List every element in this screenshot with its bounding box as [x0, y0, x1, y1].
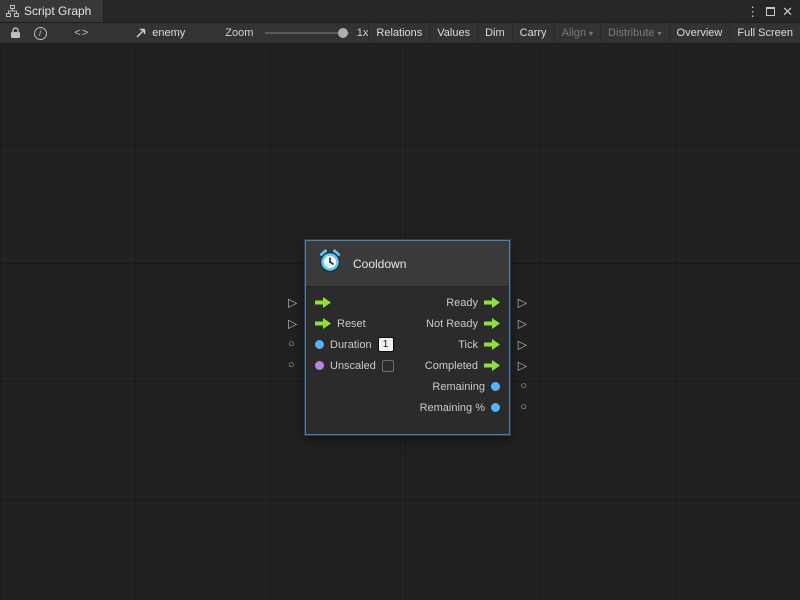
- zoom-label: Zoom: [225, 27, 253, 39]
- port-row: ▷ Reset Not Ready ▷: [306, 313, 509, 334]
- port-label: Remaining: [432, 381, 485, 393]
- graph-breadcrumb[interactable]: enemy: [135, 27, 185, 39]
- carry-button[interactable]: Carry: [512, 22, 554, 44]
- script-graph-asset-icon: [135, 27, 147, 39]
- chevron-down-icon: ▾: [589, 29, 593, 38]
- node-header[interactable]: Cooldown: [306, 241, 509, 287]
- lock-icon[interactable]: [7, 22, 24, 44]
- output-remaining[interactable]: Remaining: [432, 381, 500, 393]
- port-label: Duration: [330, 339, 372, 351]
- graph-tab-icon: [6, 5, 19, 17]
- output-not-ready[interactable]: Not Ready: [426, 318, 500, 330]
- align-button: Align ▾: [554, 22, 600, 44]
- port-label: Remaining %: [420, 402, 485, 414]
- cooldown-node[interactable]: Cooldown ▷ Ready ▷: [305, 240, 510, 435]
- flow-arrow-icon: [484, 360, 500, 371]
- port-row: ○ Unscaled Completed ▷: [306, 355, 509, 376]
- output-ready[interactable]: Ready: [446, 297, 500, 309]
- flow-input-port[interactable]: ▷: [288, 296, 297, 308]
- alarm-clock-icon: [317, 248, 343, 279]
- port-label: Unscaled: [330, 360, 376, 372]
- value-port-dot: [491, 403, 500, 412]
- close-icon[interactable]: ✕: [782, 5, 793, 18]
- chevron-down-icon: ▾: [658, 29, 662, 38]
- value-input-port[interactable]: ○: [288, 360, 295, 371]
- flow-arrow-icon: [315, 297, 331, 308]
- flow-arrow-icon: [484, 318, 500, 329]
- zoom-slider[interactable]: [265, 22, 348, 44]
- value-input-port[interactable]: ○: [288, 339, 295, 350]
- distribute-button: Distribute ▾: [600, 22, 668, 44]
- input-unscaled[interactable]: Unscaled: [315, 360, 394, 372]
- port-label: Not Ready: [426, 318, 478, 330]
- flow-input-port[interactable]: ▷: [288, 317, 297, 329]
- relations-button[interactable]: Relations: [368, 22, 429, 44]
- node-title: Cooldown: [353, 257, 406, 271]
- dim-button[interactable]: Dim: [477, 22, 512, 44]
- maximize-icon[interactable]: [766, 7, 775, 16]
- window-controls: ⋮ ✕: [746, 5, 800, 18]
- flow-output-port[interactable]: ▷: [518, 317, 527, 329]
- flow-arrow-icon: [484, 297, 500, 308]
- overview-button[interactable]: Overview: [669, 22, 730, 44]
- output-tick[interactable]: Tick: [458, 339, 500, 351]
- port-label: Completed: [425, 360, 478, 372]
- unscaled-checkbox[interactable]: [382, 360, 394, 372]
- flow-output-port[interactable]: ▷: [518, 338, 527, 350]
- toolbar-buttons: Relations Values Dim Carry Align ▾ Distr…: [368, 22, 800, 44]
- zoom-slider-track: [265, 32, 348, 34]
- tab-title: Script Graph: [24, 4, 91, 18]
- value-port-dot: [315, 361, 324, 370]
- input-duration[interactable]: Duration: [315, 337, 394, 352]
- flow-output-port[interactable]: ▷: [518, 359, 527, 371]
- port-label: Reset: [337, 318, 366, 330]
- window-menu-icon[interactable]: ⋮: [746, 5, 759, 18]
- node-body: ▷ Ready ▷ ▷: [306, 287, 509, 434]
- port-row: ▷ Ready ▷: [306, 292, 509, 313]
- zoom-value: 1x: [357, 27, 369, 39]
- value-output-port[interactable]: ○: [520, 381, 527, 392]
- duration-field[interactable]: [378, 337, 394, 352]
- port-row: Remaining % ○: [306, 397, 509, 418]
- code-icon[interactable]: <>: [74, 22, 89, 44]
- value-port-dot: [315, 340, 324, 349]
- info-icon[interactable]: i: [32, 22, 49, 44]
- value-output-port[interactable]: ○: [520, 402, 527, 413]
- graph-name: enemy: [152, 27, 185, 39]
- port-row: ○ Duration Tick ▷: [306, 334, 509, 355]
- output-remaining-percent[interactable]: Remaining %: [420, 402, 500, 414]
- output-completed[interactable]: Completed: [425, 360, 500, 372]
- zoom-slider-handle[interactable]: [338, 28, 348, 38]
- flow-output-port[interactable]: ▷: [518, 296, 527, 308]
- fullscreen-button[interactable]: Full Screen: [729, 22, 800, 44]
- flow-arrow-icon: [484, 339, 500, 350]
- window-titlebar: Script Graph ⋮ ✕: [0, 0, 800, 22]
- value-port-dot: [491, 382, 500, 391]
- port-row: Remaining ○: [306, 376, 509, 397]
- input-reset[interactable]: Reset: [315, 318, 366, 330]
- flow-arrow-icon: [315, 318, 331, 329]
- input-enter[interactable]: [315, 297, 331, 308]
- graph-canvas[interactable]: Cooldown ▷ Ready ▷: [0, 44, 800, 600]
- tab-script-graph[interactable]: Script Graph: [0, 0, 104, 22]
- port-label: Ready: [446, 297, 478, 309]
- port-label: Tick: [458, 339, 478, 351]
- values-button[interactable]: Values: [429, 22, 477, 44]
- graph-toolbar: i <> enemy Zoom 1x Relations Values Dim …: [0, 22, 800, 44]
